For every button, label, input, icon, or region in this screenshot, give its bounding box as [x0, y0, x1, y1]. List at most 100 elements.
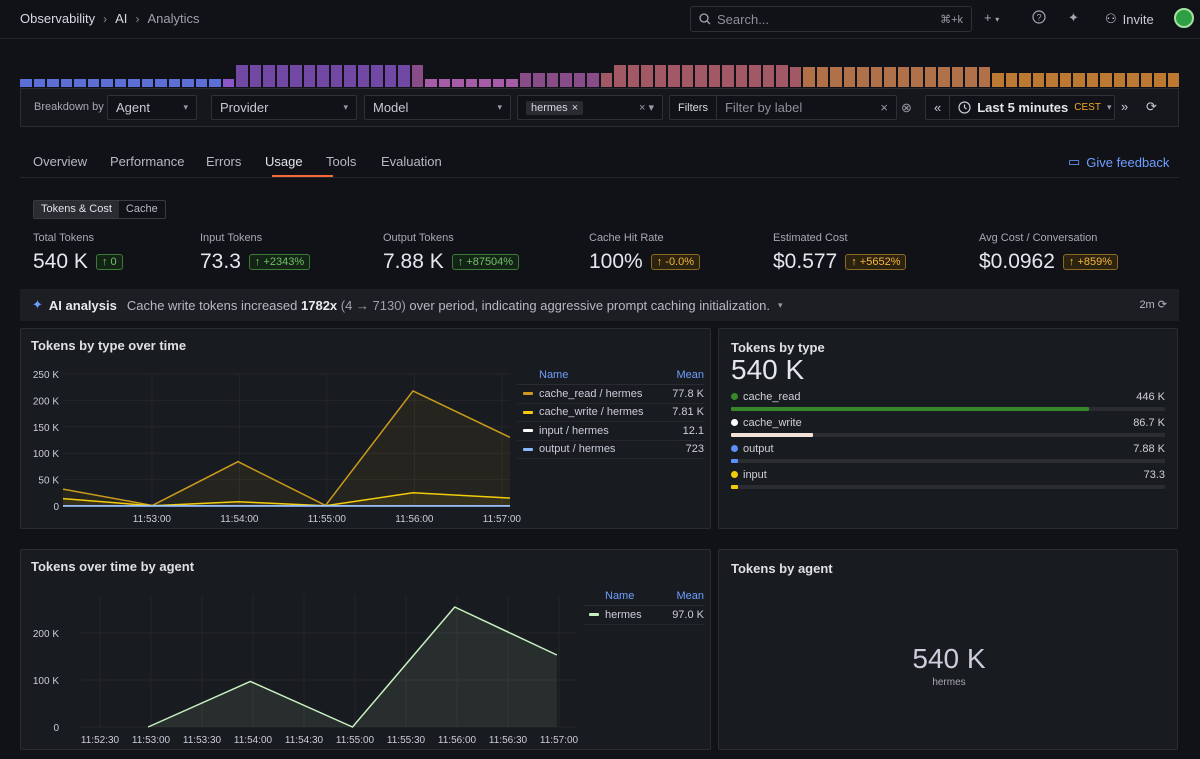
invite-button[interactable]: ⚇ Invite	[1105, 11, 1154, 27]
histogram-bar	[870, 67, 882, 87]
histogram-bar	[303, 64, 315, 87]
bar-track	[731, 459, 1165, 463]
close-icon[interactable]: ×	[572, 102, 578, 114]
label-filter[interactable]: Filters Filter by label ×	[669, 95, 897, 120]
stat-delta: 0	[110, 256, 117, 268]
model-select[interactable]: Model ▾	[364, 95, 511, 120]
legend-mean-header[interactable]: Mean	[676, 590, 704, 602]
add-icon[interactable]: + ▾	[984, 10, 999, 25]
tab-usage[interactable]: Usage	[265, 154, 303, 169]
legend-name-header[interactable]: Name	[517, 369, 676, 381]
model-label: Model	[373, 100, 409, 115]
histogram-bar	[317, 64, 329, 87]
stat-delta: -0.0%	[665, 256, 695, 268]
histogram-bar	[1167, 73, 1179, 87]
histogram-bar	[1113, 73, 1125, 87]
tab-overview[interactable]: Overview	[33, 154, 87, 169]
bar-gauge-item: cache_write 86.7 K	[731, 417, 1165, 437]
time-picker[interactable]: « Last 5 minutes CEST ▾	[925, 95, 1115, 120]
legend-name-header[interactable]: Name	[583, 590, 676, 602]
histogram-bar	[330, 64, 342, 87]
stat-value: 7.88 K	[383, 250, 444, 273]
toggle-tokens-cost[interactable]: Tokens & Cost	[34, 201, 119, 218]
chevron-down-icon[interactable]: ▾	[778, 300, 783, 311]
histogram-bar	[776, 64, 788, 87]
bar-track	[731, 485, 1165, 489]
time-histogram	[20, 60, 1179, 87]
shift-back-icon[interactable]: «	[926, 96, 951, 119]
stat-delta-badge: ↑ 0	[95, 254, 123, 270]
avatar[interactable]	[1174, 8, 1194, 28]
filters-label: Filters	[670, 96, 717, 119]
tab-bar: Overview Performance Errors Usage Tools …	[20, 146, 1179, 178]
series-dot	[731, 471, 738, 478]
search-placeholder: Search...	[717, 11, 770, 27]
comment-icon: ▭	[1068, 154, 1081, 169]
histogram-bar	[357, 64, 369, 87]
histogram-bar	[47, 78, 59, 87]
breakdown-value: Agent	[116, 100, 150, 115]
y-tick-label: 100 K	[33, 676, 59, 687]
histogram-bar	[1100, 73, 1112, 87]
chevron-down-icon: ▾	[343, 102, 348, 112]
sparkle-icon[interactable]: ✦	[1068, 10, 1079, 26]
histogram-bar	[830, 67, 842, 87]
legend-item[interactable]: input / hermes 12.1	[517, 422, 704, 441]
series-area	[63, 390, 510, 506]
tab-performance[interactable]: Performance	[110, 154, 184, 169]
series-dot	[731, 393, 738, 400]
legend-item[interactable]: output / hermes 723	[517, 441, 704, 459]
breakdown-select[interactable]: Agent ▾	[107, 95, 197, 120]
sparkle-icon: ✦	[32, 297, 43, 312]
panel-tokens-by-type-over-time: Tokens by type over time 0 50 K 100 K 150 K…	[20, 328, 711, 529]
tokens-by-type-chart: 0 50 K 100 K 150 K 200 K 250 K 11:53:00 11:54:0…	[33, 370, 521, 525]
stat-card: Estimated Cost $0.577 ↑ +5652%	[773, 232, 907, 274]
legend-item[interactable]: cache_write / hermes 7.81 K	[517, 404, 704, 422]
filter-bar: Breakdown by Agent ▾ Provider ▾ Model ▾ her…	[20, 88, 1179, 127]
legend-series-mean: 12.1	[682, 424, 704, 437]
legend-item[interactable]: cache_read / hermes 77.8 K	[517, 385, 704, 404]
label-filter-placeholder: Filter by label	[724, 100, 803, 115]
histogram-bar	[479, 78, 491, 87]
histogram-bar	[1019, 73, 1031, 87]
clear-icon[interactable]: ×	[880, 100, 896, 115]
bar-gauge-item: input 73.3	[731, 469, 1165, 489]
histogram-bar	[290, 64, 302, 87]
breadcrumb-ai[interactable]: AI	[115, 11, 127, 26]
provider-select[interactable]: Provider ▾	[211, 95, 357, 120]
histogram-bar	[425, 78, 437, 87]
refresh-icon[interactable]: ⟳	[1146, 99, 1157, 115]
agent-filter[interactable]: hermes × × ▾	[517, 95, 663, 120]
stat-delta-badge: ↑ +87504%	[451, 254, 520, 270]
bar-gauge-item: cache_read 446 K	[731, 391, 1165, 411]
ai-analysis-banner: ✦ AI analysis Cache write tokens increas…	[20, 289, 1179, 321]
reset-icon[interactable]: ⊗	[901, 100, 912, 116]
tab-errors[interactable]: Errors	[206, 154, 241, 169]
panel-title: Tokens by agent	[731, 561, 833, 576]
histogram-bar	[965, 67, 977, 87]
search-bar[interactable]: Search... ⌘+k	[690, 6, 972, 32]
toggle-cache[interactable]: Cache	[119, 201, 165, 218]
legend-series-name: input / hermes	[539, 424, 609, 437]
shift-forward-icon[interactable]: »	[1121, 99, 1128, 114]
svg-text:?: ?	[1036, 13, 1041, 23]
help-icon[interactable]: ?	[1032, 10, 1046, 27]
give-feedback-link[interactable]: ▭ Give feedback	[1068, 154, 1169, 170]
refresh-icon[interactable]: ⟳	[1158, 299, 1167, 311]
breadcrumb-observability[interactable]: Observability	[20, 11, 95, 26]
breadcrumb-analytics: Analytics	[147, 11, 200, 26]
legend-item[interactable]: hermes 97.0 K	[583, 606, 704, 625]
histogram-bar	[897, 67, 909, 87]
top-bar: Observability › AI › Analytics Search...…	[0, 0, 1200, 39]
legend-swatch	[589, 613, 599, 617]
tab-evaluation[interactable]: Evaluation	[381, 154, 442, 169]
clear-icon[interactable]: × ▾	[639, 101, 654, 114]
panel-title: Tokens by type	[731, 340, 825, 355]
legend-series-name: cache_write / hermes	[539, 406, 644, 419]
active-tab-indicator	[272, 175, 333, 177]
legend-mean-header[interactable]: Mean	[676, 369, 704, 381]
tab-tools[interactable]: Tools	[326, 154, 356, 169]
ai-analysis-title: AI analysis	[48, 297, 117, 313]
histogram-bar	[884, 67, 896, 87]
histogram-bar	[1086, 73, 1098, 87]
